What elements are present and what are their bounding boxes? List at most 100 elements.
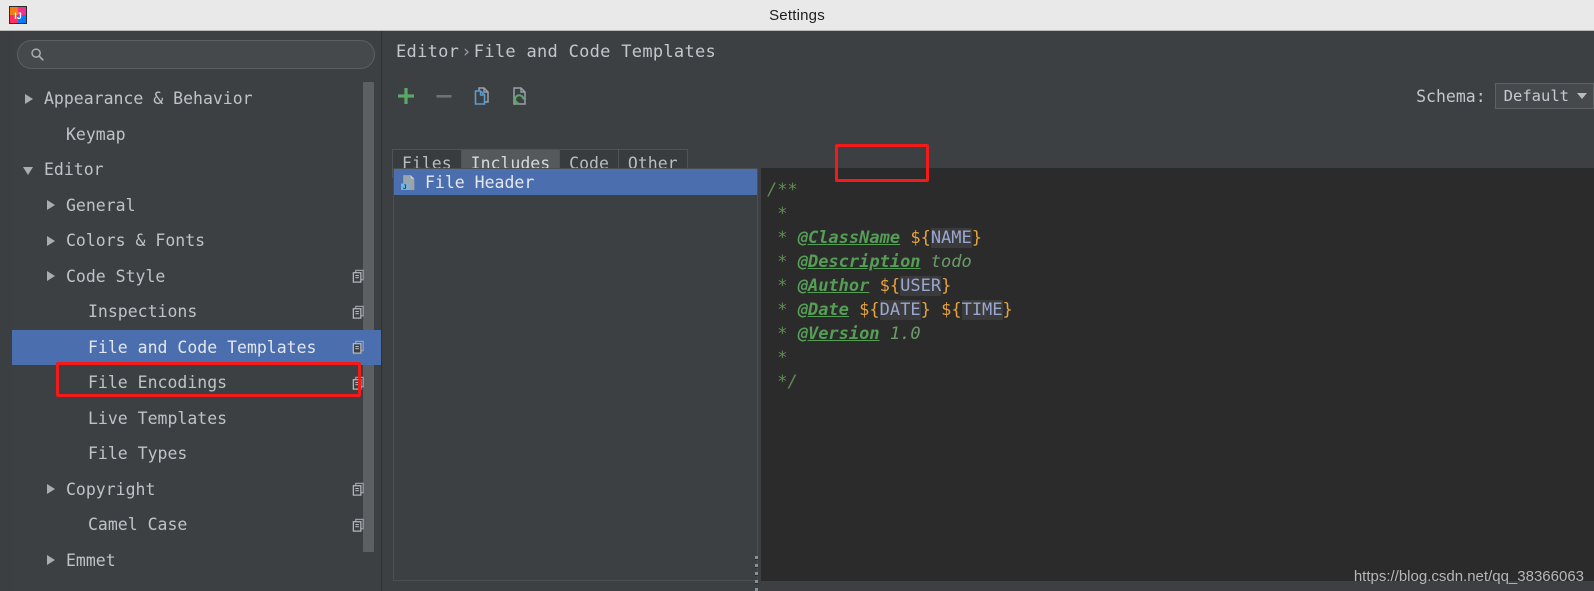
sidebar-item-file-and-code-templates[interactable]: File and Code Templates: [12, 329, 381, 365]
javadoc-tag: @ClassName: [797, 228, 901, 248]
template-var-name: TIME: [961, 300, 1003, 320]
reset-template-button[interactable]: [505, 81, 535, 111]
sidebar-item-label: Emmet: [66, 550, 116, 570]
sidebar-item-file-encodings[interactable]: File Encodings: [12, 365, 381, 401]
template-var-delimiter: }: [941, 276, 952, 296]
sidebar-item-appearance-behavior[interactable]: Appearance & Behavior: [12, 81, 381, 117]
sidebar-item-label: File Types: [88, 444, 188, 464]
chevron-right-icon[interactable]: [44, 234, 58, 248]
chevron-right-icon[interactable]: [44, 198, 58, 212]
schema-select[interactable]: Default: [1494, 83, 1594, 109]
intellij-idea-icon: IJ: [8, 5, 28, 25]
schema-selected-value: Default: [1503, 87, 1569, 105]
comment-token: *: [767, 252, 798, 272]
breadcrumb-leaf: File and Code Templates: [473, 42, 717, 62]
remove-template-button[interactable]: [429, 81, 459, 111]
search-icon: [30, 47, 45, 62]
splitter-grip-icon: [755, 556, 759, 591]
plus-icon: [398, 88, 414, 104]
chevron-down-icon[interactable]: [22, 163, 36, 177]
svg-text:J: J: [403, 183, 407, 190]
chevron-right-icon[interactable]: [22, 92, 36, 106]
comment-token: *: [767, 204, 788, 224]
template-var-delimiter: ${: [879, 276, 901, 296]
code-line: */: [764, 370, 1594, 394]
copy-settings-icon[interactable]: [351, 269, 366, 284]
sidebar-item-label: Code Style: [66, 266, 166, 286]
sidebar-item-keymap[interactable]: Keymap: [12, 117, 381, 153]
settings-sidebar: Appearance & Behavior Keymap Editor General…: [12, 31, 382, 591]
breadcrumb: Editor › File and Code Templates: [396, 42, 716, 62]
sidebar-item-emmet[interactable]: Emmet: [12, 543, 381, 579]
sidebar-item-live-templates[interactable]: Live Templates: [12, 401, 381, 437]
sidebar-item-general[interactable]: General: [12, 188, 381, 224]
code-line: *: [764, 346, 1594, 370]
template-var-name: DATE: [879, 300, 921, 320]
template-editor[interactable]: /** * * @ClassName ${NAME} * @Descriptio…: [761, 168, 1594, 581]
template-var-name: USER: [900, 276, 942, 296]
search-input[interactable]: [45, 46, 374, 63]
settings-tree: Appearance & Behavior Keymap Editor General…: [12, 81, 381, 591]
chevron-right-icon[interactable]: [44, 269, 58, 283]
javadoc-tag: @Version: [797, 324, 880, 344]
comment-token: *: [767, 324, 798, 344]
javadoc-tag-value: 1.0: [889, 324, 921, 344]
code-line: * @ClassName ${NAME}: [764, 226, 1594, 250]
template-var-delimiter: }: [1002, 300, 1013, 320]
sidebar-item-label: Inspections: [88, 302, 198, 322]
template-list: J File Header: [393, 168, 758, 581]
template-var-delimiter: }: [920, 300, 931, 320]
copy-template-button[interactable]: [467, 81, 497, 111]
code-line: *: [764, 202, 1594, 226]
comment-token: *: [767, 276, 798, 296]
search-container: [17, 40, 375, 69]
copy-settings-icon[interactable]: [351, 340, 366, 355]
sidebar-item-file-types[interactable]: File Types: [12, 436, 381, 472]
sidebar-item-inspections[interactable]: Inspections: [12, 294, 381, 330]
comment-token: *: [767, 228, 798, 248]
copy-settings-icon[interactable]: [351, 517, 366, 532]
title-bar: IJ Settings: [0, 0, 1594, 31]
copy-settings-icon[interactable]: [351, 304, 366, 319]
chevron-right-icon[interactable]: [44, 482, 58, 496]
sidebar-item-colors-fonts[interactable]: Colors & Fonts: [12, 223, 381, 259]
copy-settings-icon[interactable]: [351, 482, 366, 497]
sidebar-item-label: File Encodings: [88, 373, 228, 393]
breadcrumb-root[interactable]: Editor: [396, 42, 459, 62]
search-field[interactable]: [17, 40, 375, 69]
comment-token: *: [767, 300, 798, 320]
sidebar-item-camel-case[interactable]: Camel Case: [12, 507, 381, 543]
template-var-delimiter: }: [971, 228, 983, 248]
sidebar-item-label: Camel Case: [88, 515, 188, 535]
templates-toolbar: [391, 79, 535, 113]
add-template-button[interactable]: [391, 81, 421, 111]
template-var-delimiter: ${: [941, 300, 962, 320]
chevron-right-icon[interactable]: [44, 553, 58, 567]
javadoc-tag: @Author: [797, 276, 870, 296]
sidebar-item-code-style[interactable]: Code Style: [12, 259, 381, 295]
javadoc-tag: @Description: [797, 252, 921, 272]
sidebar-item-copyright[interactable]: Copyright: [12, 472, 381, 508]
list-item-label: File Header: [425, 172, 535, 192]
sidebar-item-label: Appearance & Behavior: [44, 89, 253, 109]
schema-label: Schema:: [1416, 86, 1486, 106]
sidebar-item-label: General: [66, 195, 136, 215]
sidebar-item-editor[interactable]: Editor: [12, 152, 381, 188]
copy-settings-icon[interactable]: [351, 375, 366, 390]
sidebar-item-label: Live Templates: [88, 408, 228, 428]
list-item[interactable]: J File Header: [394, 169, 757, 195]
minus-icon: [436, 95, 452, 98]
reset-icon: [513, 87, 526, 105]
comment-token: /**: [767, 180, 798, 200]
